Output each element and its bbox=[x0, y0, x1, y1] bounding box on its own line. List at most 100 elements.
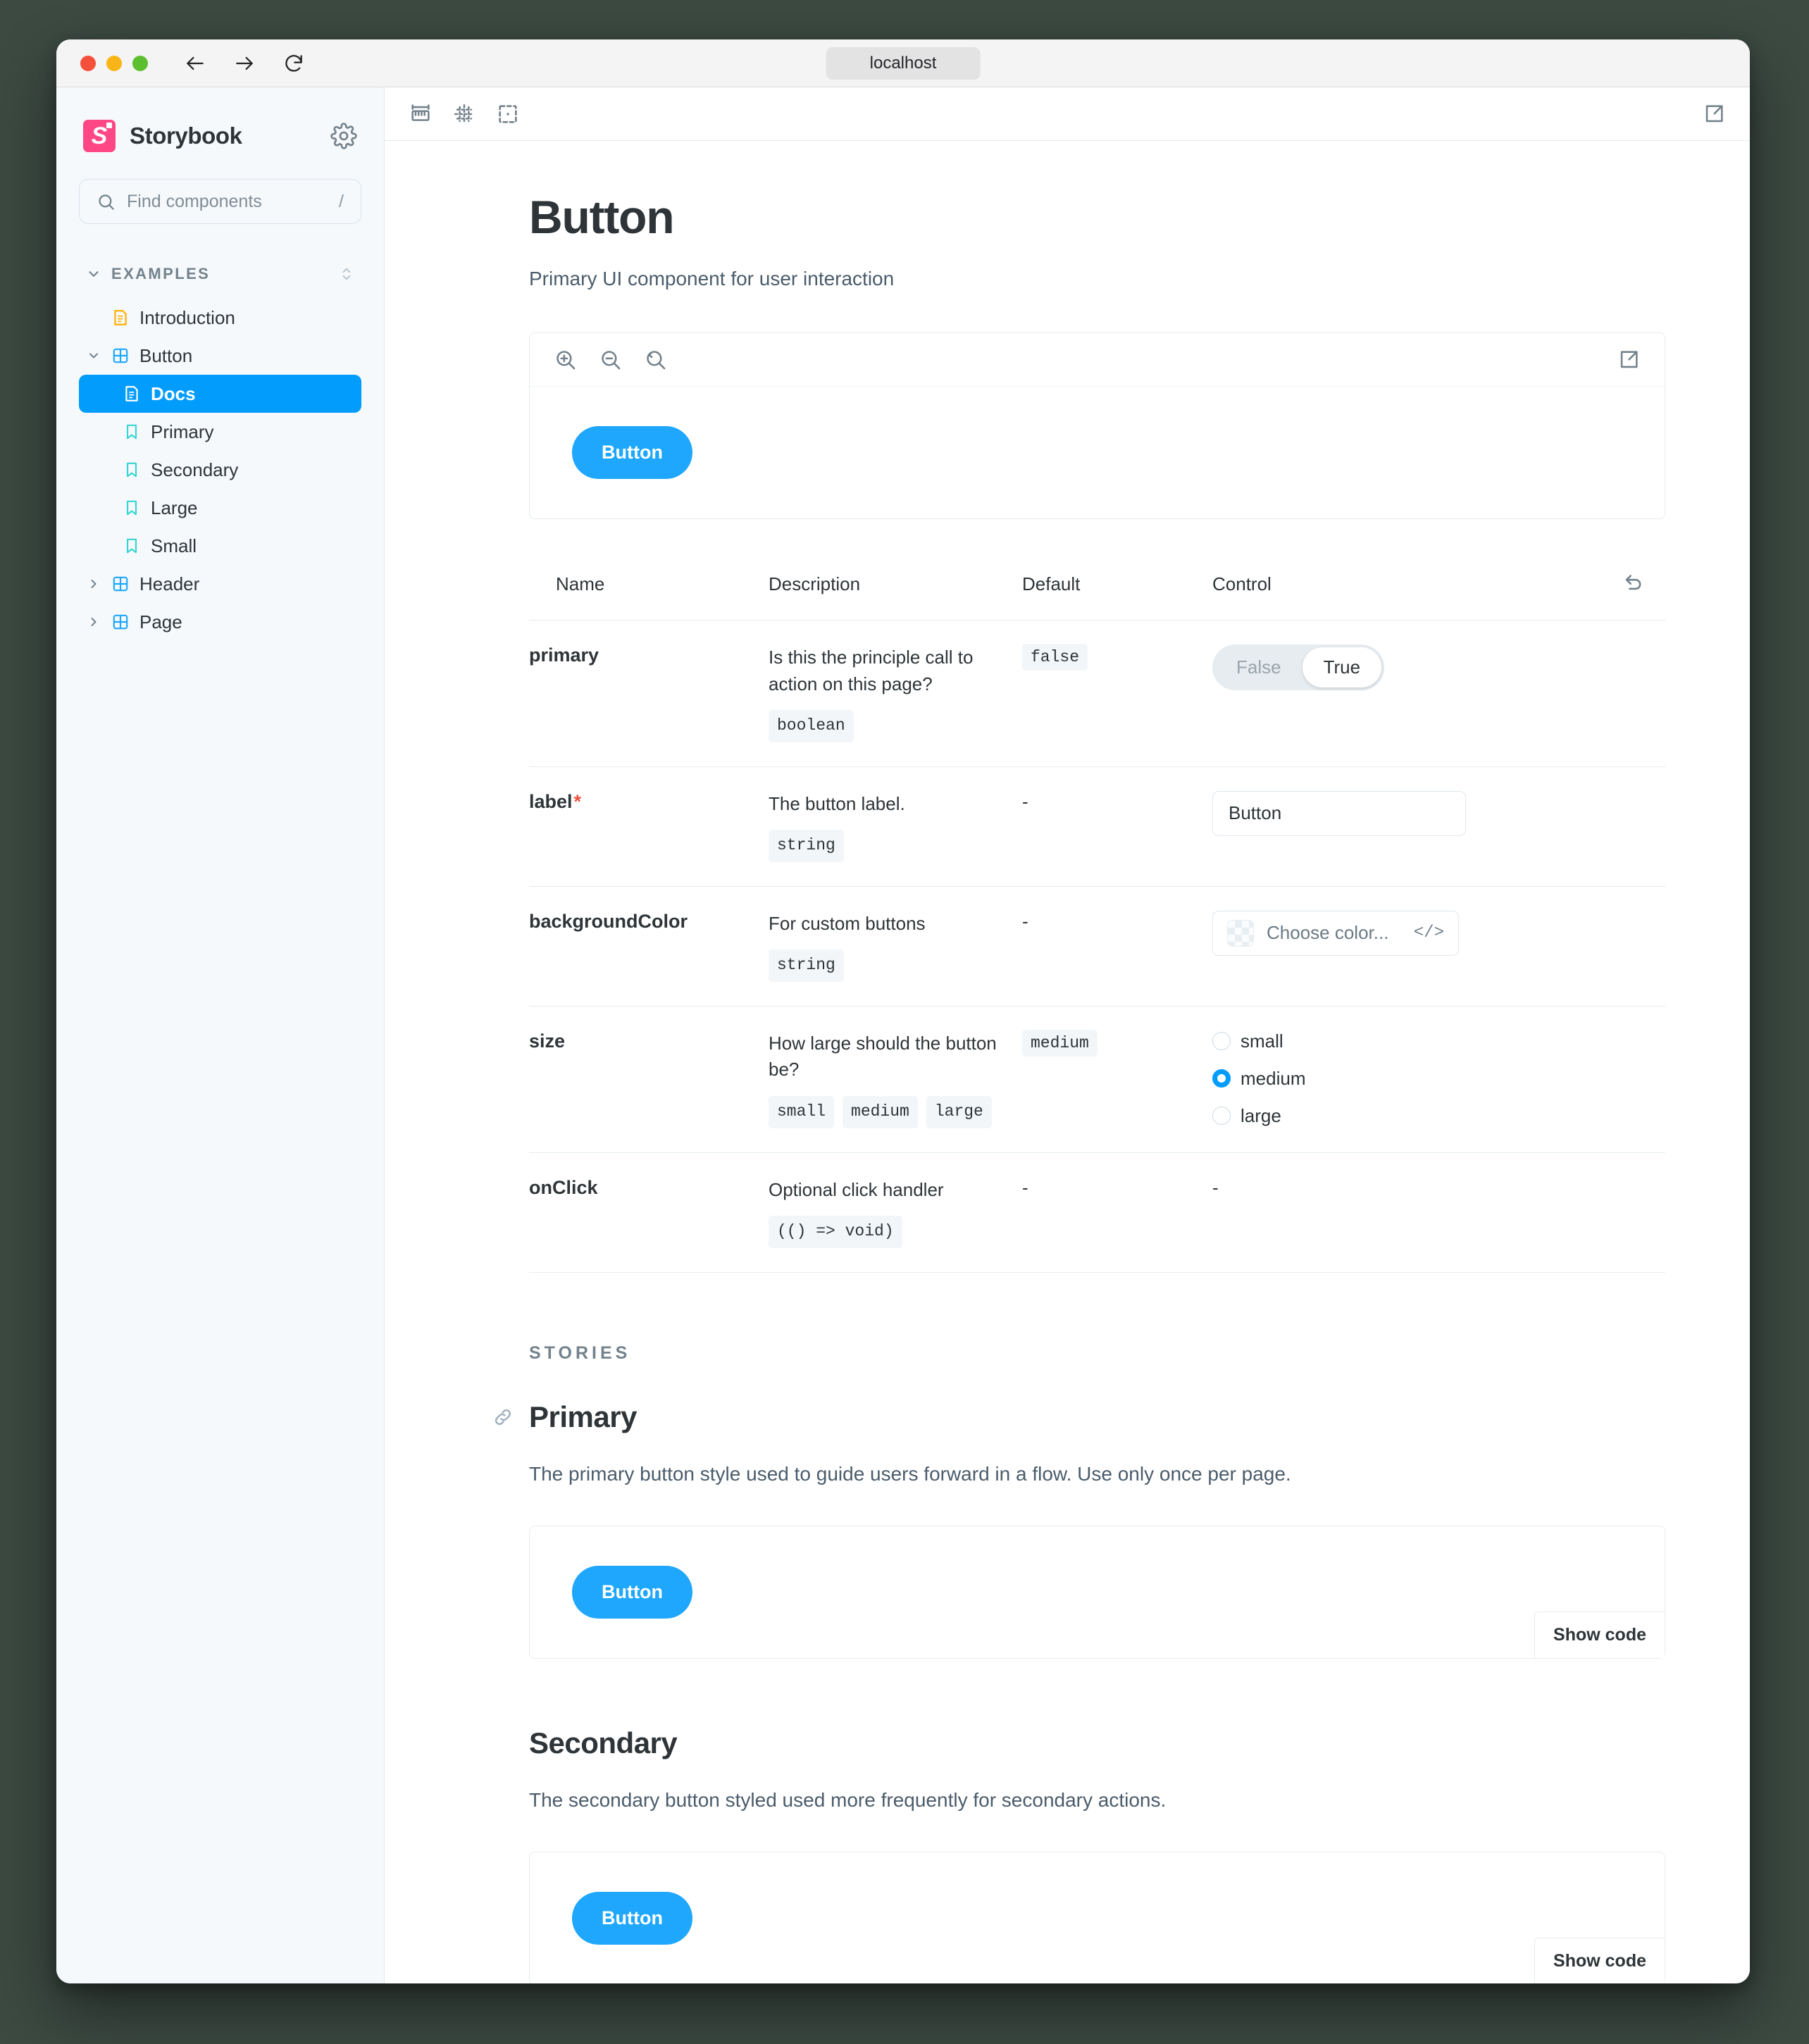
close-window-button[interactable] bbox=[80, 55, 96, 71]
story-icon bbox=[123, 423, 141, 441]
forward-arrow-icon[interactable] bbox=[232, 51, 256, 75]
control-empty: - bbox=[1212, 1176, 1219, 1198]
sidebar-item-large[interactable]: Large bbox=[79, 489, 361, 527]
measure-icon[interactable] bbox=[409, 102, 433, 126]
story-demo-button[interactable]: Button bbox=[572, 1891, 692, 1945]
expand-collapse-icon[interactable] bbox=[339, 265, 354, 283]
radio-option-large[interactable]: large bbox=[1212, 1105, 1648, 1127]
sidebar-item-introduction[interactable]: Introduction bbox=[79, 299, 361, 337]
default-value: medium bbox=[1022, 1029, 1098, 1057]
maximize-window-button[interactable] bbox=[132, 55, 148, 71]
stories-section-label: STORIES bbox=[529, 1342, 631, 1363]
arg-control-cell: Choose color... </> bbox=[1212, 886, 1665, 1006]
preview-demo-button[interactable]: Button bbox=[572, 426, 692, 479]
story-description: The primary button style used to guide u… bbox=[529, 1462, 1291, 1485]
canvas-toolbar bbox=[385, 87, 1750, 141]
chevron-right-icon bbox=[86, 615, 101, 629]
arg-control-cell: small medium large bbox=[1212, 1006, 1665, 1152]
color-placeholder: Choose color... bbox=[1267, 922, 1389, 944]
label-text-input[interactable]: Button bbox=[1212, 790, 1466, 836]
arg-default-cell: - bbox=[1022, 1152, 1212, 1272]
arg-default-cell: - bbox=[1022, 886, 1212, 1006]
brand[interactable]: S Storybook bbox=[83, 120, 242, 152]
sidebar-item-label: Header bbox=[139, 573, 200, 594]
boolean-toggle-control[interactable]: False True bbox=[1212, 644, 1385, 690]
type-chip: string bbox=[769, 949, 844, 982]
table-row: primary Is this the principle call to ac… bbox=[529, 620, 1665, 767]
preview-canvas: Button bbox=[529, 332, 1665, 519]
column-header-name: Name bbox=[556, 573, 605, 594]
sidebar-item-label: Secondary bbox=[151, 459, 239, 480]
story-heading-primary: Primary bbox=[492, 1400, 1665, 1434]
zoom-out-icon[interactable] bbox=[599, 348, 623, 372]
radio-dot-icon bbox=[1212, 1107, 1231, 1126]
arg-types: boolean bbox=[769, 710, 1005, 742]
zoom-in-icon[interactable] bbox=[554, 348, 578, 372]
toggle-option-false[interactable]: False bbox=[1215, 647, 1303, 687]
page-subtitle: Primary UI component for user interactio… bbox=[529, 268, 895, 289]
arg-description: Is this the principle call to action on … bbox=[769, 647, 974, 694]
search-input[interactable]: Find components / bbox=[79, 179, 361, 224]
back-arrow-icon[interactable] bbox=[183, 51, 207, 75]
minimize-window-button[interactable] bbox=[106, 55, 122, 71]
args-table-header-row: Name Description Default Control bbox=[529, 570, 1665, 621]
window-controls bbox=[80, 55, 148, 71]
arg-description-cell: How large should the button be? small me… bbox=[769, 1006, 1022, 1152]
column-header-control: Control bbox=[1212, 573, 1272, 594]
sidebar-item-secondary[interactable]: Secondary bbox=[79, 451, 361, 489]
radio-dot-selected-icon bbox=[1212, 1069, 1231, 1088]
arg-description: How large should the button be? bbox=[769, 1032, 997, 1080]
toggle-option-true[interactable]: True bbox=[1302, 647, 1382, 687]
show-code-button[interactable]: Show code bbox=[1534, 1937, 1665, 1983]
browser-window: localhost S Storybook Find components / bbox=[56, 39, 1750, 1983]
type-chip: small bbox=[769, 1096, 835, 1128]
preview-body: Button bbox=[530, 387, 1665, 518]
grid-icon[interactable] bbox=[452, 102, 476, 126]
code-toggle-icon[interactable]: </> bbox=[1414, 923, 1444, 942]
story-demo-button[interactable]: Button bbox=[572, 1565, 692, 1619]
sidebar-item-label: Introduction bbox=[139, 306, 235, 328]
sidebar-item-header[interactable]: Header bbox=[79, 565, 361, 603]
url-bar[interactable]: localhost bbox=[826, 46, 981, 80]
radio-option-small[interactable]: small bbox=[1212, 1030, 1648, 1052]
arg-types: small medium large bbox=[769, 1096, 1005, 1128]
radio-dot-icon bbox=[1212, 1032, 1231, 1051]
anchor-link-icon[interactable] bbox=[492, 1407, 514, 1428]
chevron-right-icon bbox=[86, 577, 101, 591]
component-icon bbox=[111, 347, 130, 365]
search-shortcut: / bbox=[339, 191, 344, 211]
arg-description-cell: The button label. string bbox=[769, 766, 1022, 886]
sidebar-item-button[interactable]: Button bbox=[79, 337, 361, 375]
arg-description-cell: Optional click handler (() => void) bbox=[769, 1152, 1022, 1272]
arg-name: backgroundColor bbox=[529, 910, 688, 932]
outline-icon[interactable] bbox=[496, 102, 520, 126]
sidebar-item-docs[interactable]: Docs bbox=[79, 375, 361, 413]
sidebar-item-page[interactable]: Page bbox=[79, 603, 361, 641]
sidebar-header: S Storybook bbox=[79, 120, 361, 152]
sidebar-item-label: Large bbox=[151, 497, 198, 518]
table-row: onClick Optional click handler (() => vo… bbox=[529, 1152, 1665, 1273]
open-new-tab-icon[interactable] bbox=[1617, 348, 1641, 372]
sidebar-item-label: Primary bbox=[151, 420, 214, 442]
color-swatch-icon[interactable] bbox=[1227, 919, 1254, 947]
examples-section-header[interactable]: EXAMPLES bbox=[79, 265, 361, 283]
show-code-button[interactable]: Show code bbox=[1534, 1611, 1665, 1658]
sidebar-item-primary[interactable]: Primary bbox=[79, 413, 361, 451]
undo-icon bbox=[1622, 570, 1646, 594]
sidebar-item-label: Small bbox=[151, 535, 197, 556]
zoom-reset-icon[interactable] bbox=[644, 348, 668, 372]
default-value: - bbox=[1022, 790, 1028, 812]
radio-option-medium[interactable]: medium bbox=[1212, 1068, 1648, 1090]
story-icon bbox=[123, 537, 141, 555]
arg-description: Optional click handler bbox=[769, 1178, 944, 1200]
sidebar-item-small[interactable]: Small bbox=[79, 527, 361, 565]
reset-controls-button[interactable] bbox=[1616, 570, 1665, 621]
gear-icon[interactable] bbox=[330, 123, 357, 149]
color-picker-control[interactable]: Choose color... </> bbox=[1212, 910, 1459, 956]
open-new-tab-icon[interactable] bbox=[1702, 102, 1726, 126]
reload-icon[interactable] bbox=[282, 51, 306, 75]
arg-description: For custom buttons bbox=[769, 912, 926, 934]
default-value: false bbox=[1022, 644, 1088, 671]
search-icon bbox=[99, 194, 114, 210]
story-canvas-primary: Button Show code bbox=[529, 1525, 1665, 1659]
